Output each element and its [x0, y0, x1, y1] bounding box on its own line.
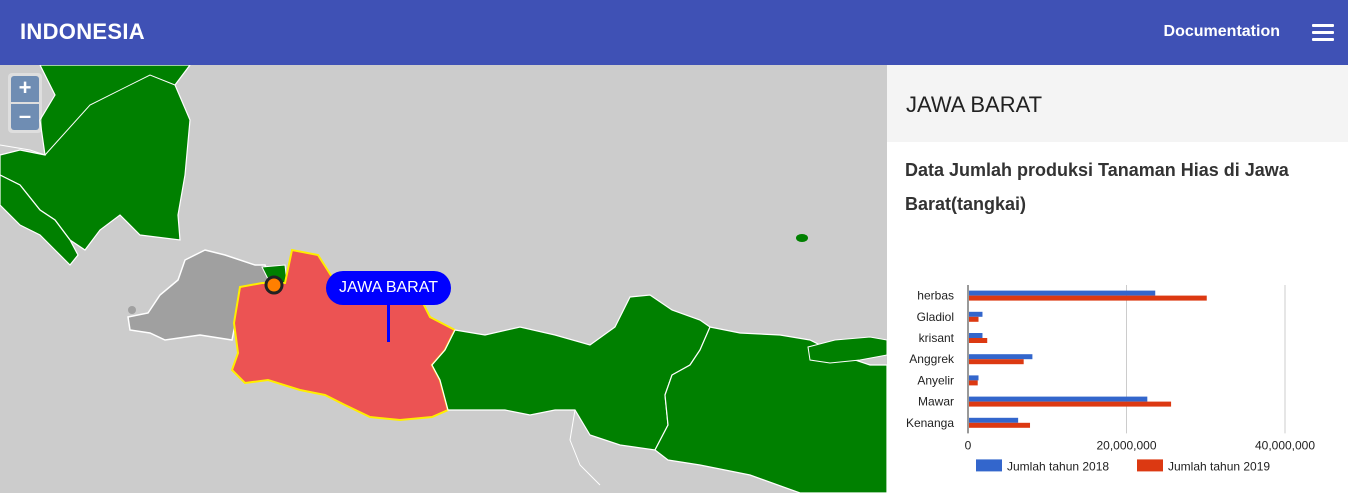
bar-2019: [969, 359, 1024, 365]
map-view[interactable]: + – JAWA BARAT: [0, 65, 887, 493]
bar-2019: [969, 295, 1207, 301]
category-label: Mawar: [918, 395, 954, 409]
bar-2018: [969, 396, 1148, 402]
bar-2019: [969, 401, 1172, 407]
legend-swatch: [976, 459, 1002, 472]
info-panel: JAWA BARAT Data Jumlah produksi Tanaman …: [887, 65, 1348, 493]
province-madura[interactable]: [807, 336, 887, 364]
app-bar: INDONESIA Documentation: [0, 0, 1348, 65]
province-callout[interactable]: JAWA BARAT: [326, 271, 451, 305]
x-tick-label: 0: [965, 438, 972, 452]
bar-2018: [969, 375, 979, 381]
bar-2019: [969, 316, 979, 322]
bar-2019: [969, 338, 988, 343]
x-tick-label: 20,000,000: [1096, 438, 1156, 452]
category-label: krisant: [919, 331, 955, 345]
callout-pointer: [387, 303, 390, 342]
island-small: [796, 234, 808, 242]
app-title: INDONESIA: [20, 19, 145, 44]
category-label: Anggrek: [909, 352, 955, 366]
island-small-2: [128, 306, 136, 314]
zoom-out-button[interactable]: –: [11, 104, 39, 130]
documentation-link[interactable]: Documentation: [1164, 23, 1280, 41]
legend-swatch: [1137, 459, 1163, 472]
zoom-control: + –: [8, 73, 42, 133]
bar-2018: [969, 290, 1156, 296]
bar-2019: [969, 380, 978, 386]
bar-2018: [969, 311, 983, 317]
legend-label: Jumlah tahun 2018: [1007, 459, 1109, 473]
category-label: Kenanga: [906, 416, 954, 430]
category-label: Anyelir: [917, 373, 954, 387]
bar-2018: [969, 333, 983, 338]
bar-2019: [969, 422, 1031, 428]
hamburger-menu-icon[interactable]: [1312, 24, 1334, 41]
bar-2018: [969, 417, 1019, 423]
x-tick-label: 40,000,000: [1255, 438, 1315, 452]
zoom-in-button[interactable]: +: [11, 76, 39, 102]
category-label: Gladiol: [917, 310, 954, 324]
location-marker[interactable]: [264, 275, 284, 295]
category-label: herbas: [917, 289, 954, 303]
legend-label: Jumlah tahun 2019: [1168, 459, 1270, 473]
bar-2018: [969, 354, 1033, 360]
bar-chart: 0 20,000,000 40,000,000 herbas Gladiol krisan…: [906, 285, 1315, 473]
